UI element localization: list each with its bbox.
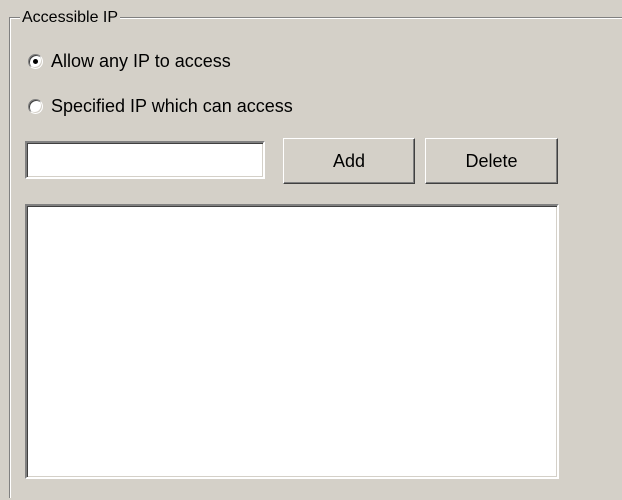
allow-any-ip-label: Allow any IP to access [51, 50, 231, 71]
ip-address-list[interactable] [25, 204, 559, 479]
groupbox-title: Accessible IP [20, 9, 121, 27]
allow-any-ip-option[interactable]: Allow any IP to access [28, 50, 231, 72]
delete-button[interactable]: Delete [425, 138, 558, 184]
specified-ip-label: Specified IP which can access [51, 95, 293, 116]
specified-ip-radio[interactable] [28, 98, 43, 114]
specified-ip-option[interactable]: Specified IP which can access [28, 95, 293, 117]
ip-address-input[interactable] [25, 141, 265, 179]
add-button[interactable]: Add [283, 138, 415, 184]
allow-any-ip-radio[interactable] [28, 53, 43, 69]
